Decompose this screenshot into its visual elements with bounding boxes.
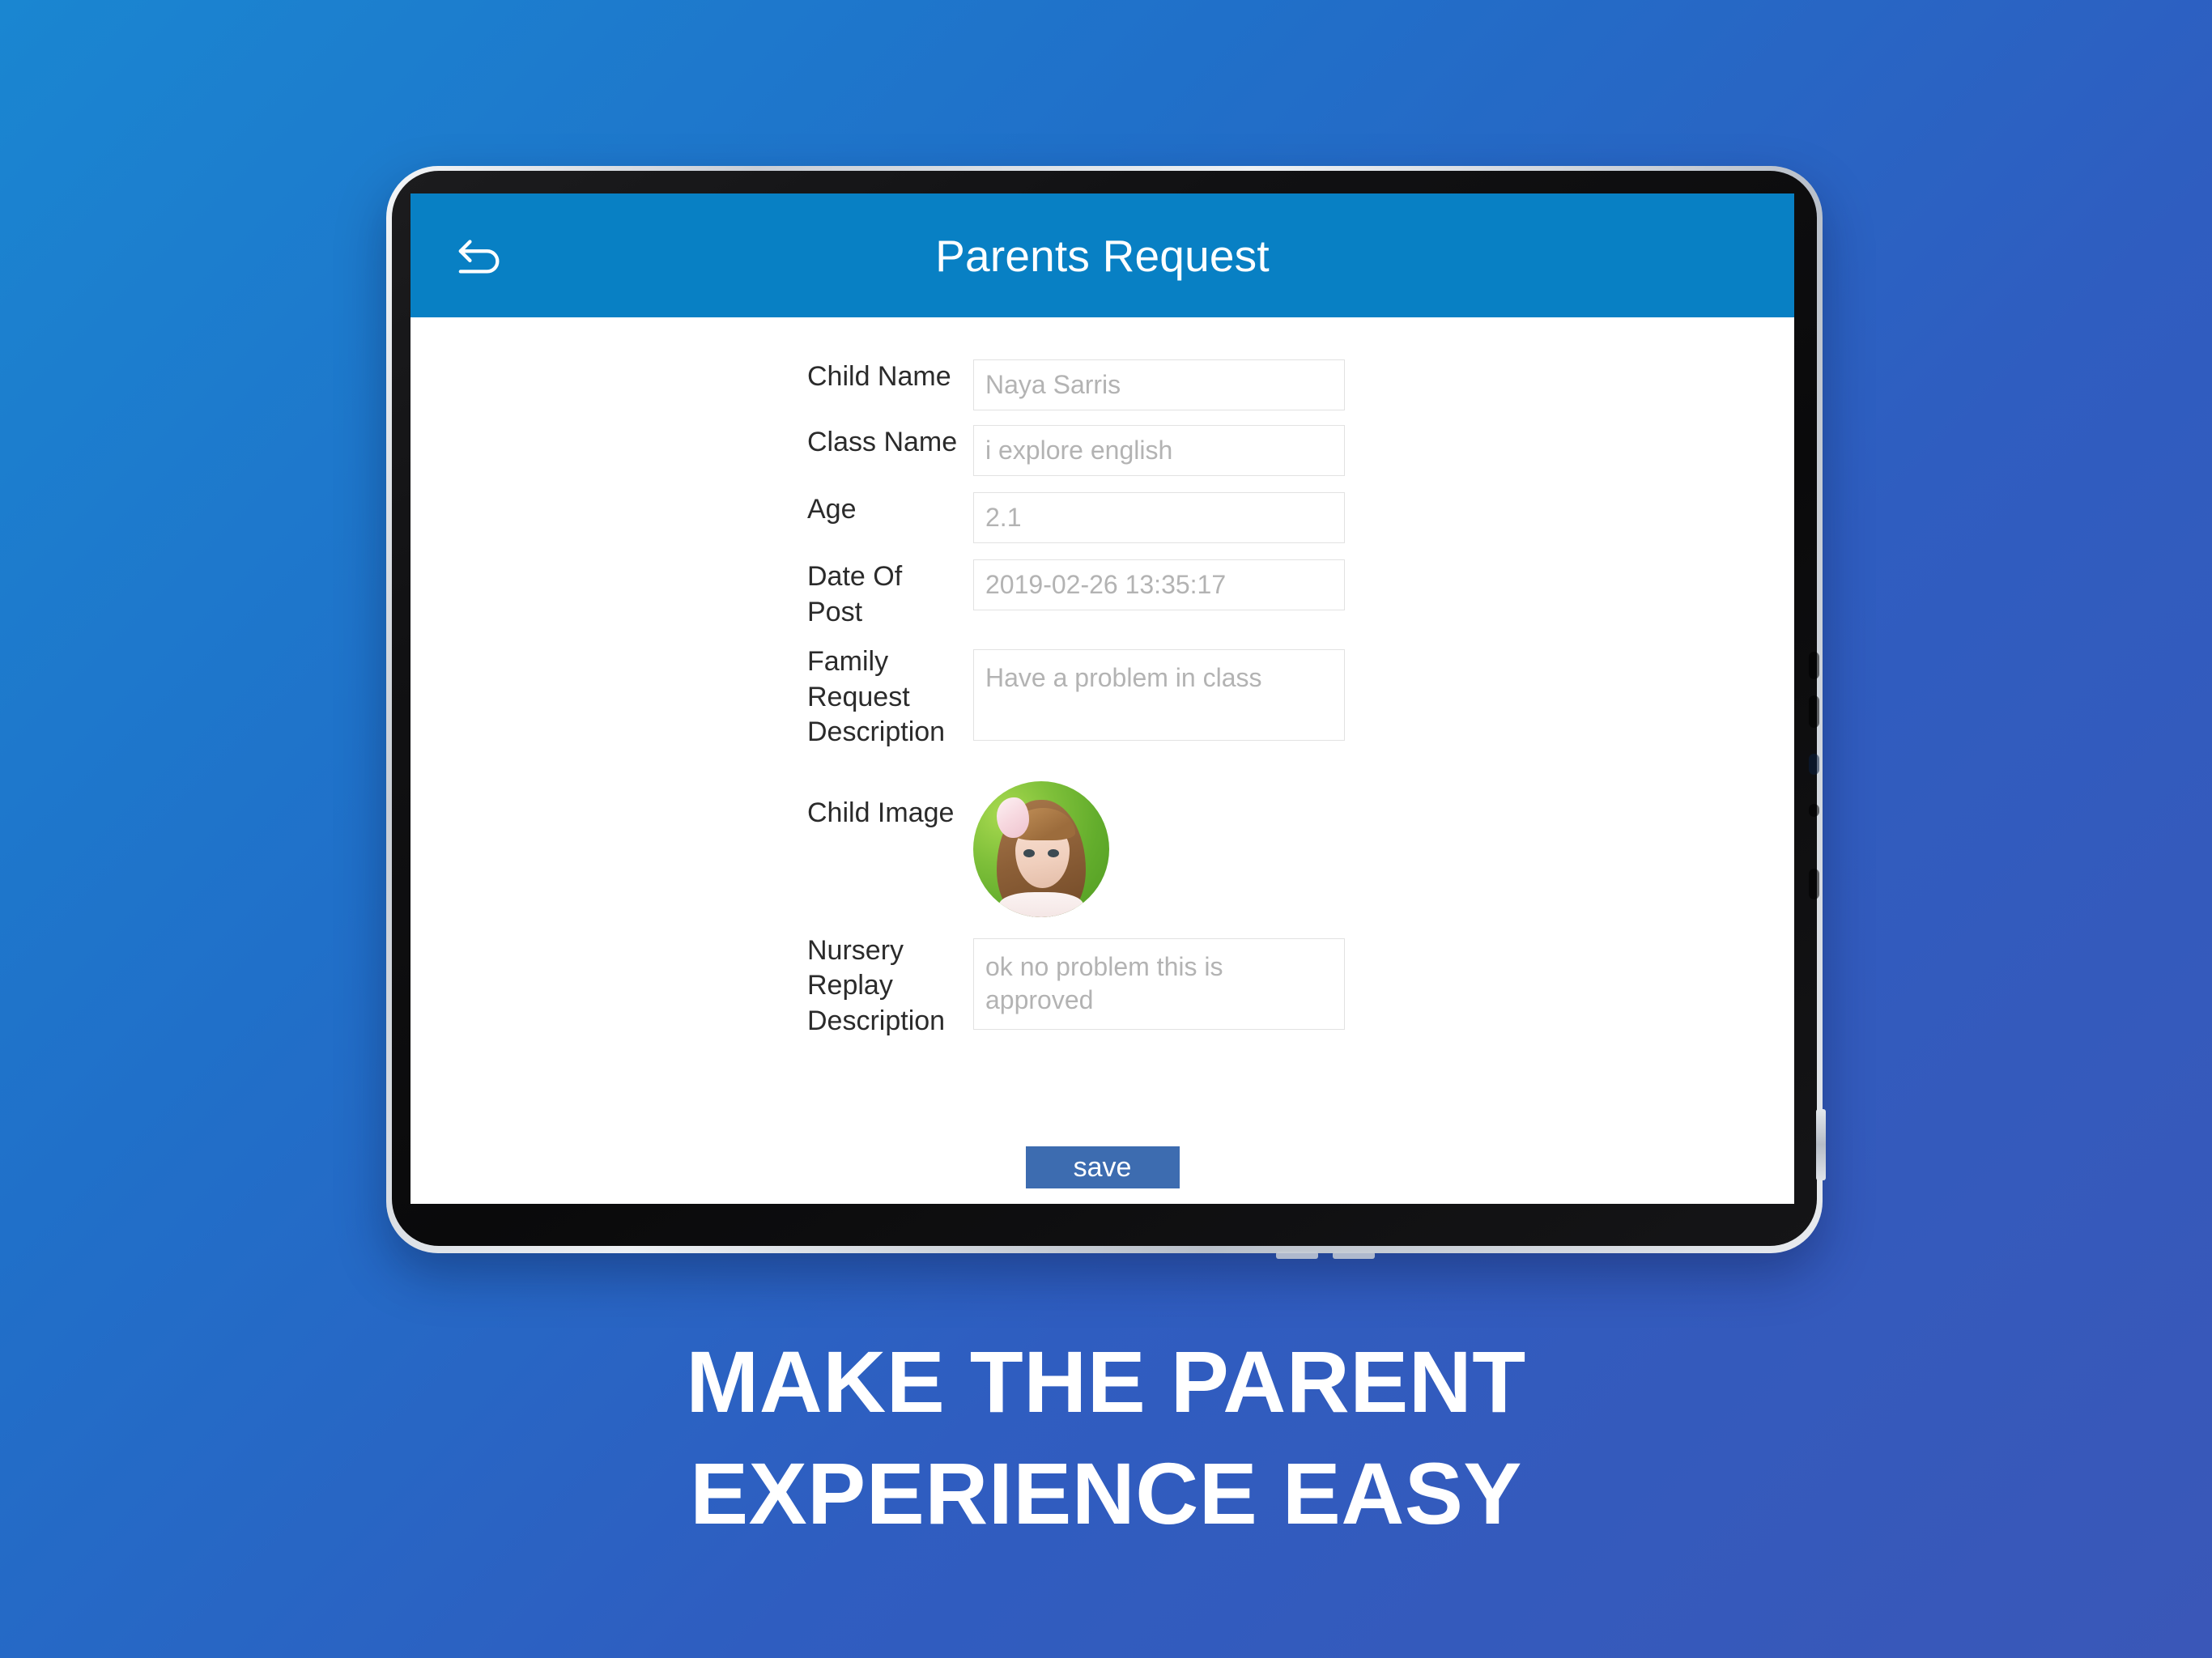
app-header: Parents Request (410, 193, 1794, 317)
device-side-button[interactable] (1816, 1109, 1826, 1180)
label-nursery-replay-description: Nursery Replay Description (807, 934, 946, 1036)
grille-slot (1276, 1252, 1318, 1259)
family-request-description-textarea[interactable] (973, 649, 1345, 742)
label-child-image: Child Image (807, 797, 955, 828)
control-child-image (973, 780, 1345, 917)
label-date-of-post: Date Of Post (807, 561, 903, 627)
form-row-child-image: Child Image (807, 780, 1794, 917)
save-button[interactable]: save (1025, 1146, 1180, 1188)
device-edge-port-1 (1809, 652, 1819, 679)
label-class-name: Class Name (807, 427, 958, 457)
grille-slot (1333, 1252, 1375, 1259)
control-class-name (973, 425, 1345, 476)
date-of-post-input[interactable] (973, 559, 1345, 610)
save-row: save (410, 1146, 1794, 1188)
control-child-name (973, 359, 1345, 410)
promo-caption-line-2: EXPERIENCE EASY (690, 1444, 1522, 1543)
class-name-input[interactable] (973, 425, 1345, 476)
promo-caption: MAKE THE PARENT EXPERIENCE EASY (0, 1326, 2212, 1550)
form-body: Child Name Class Name Age (410, 317, 1794, 1204)
form-row-date-of-post: Date Of Post (807, 559, 1794, 630)
form-row-nursery-replay-description: Nursery Replay Description (807, 933, 1794, 1039)
avatar-shirt (998, 892, 1084, 917)
label-child-name: Child Name (807, 361, 951, 392)
device-edge-port-2 (1809, 695, 1819, 728)
back-button[interactable] (449, 224, 513, 287)
device-edge-port-3 (1809, 754, 1819, 775)
control-age (973, 492, 1345, 543)
age-input[interactable] (973, 492, 1345, 543)
device-edge-port-4 (1809, 804, 1819, 817)
label-age: Age (807, 494, 857, 525)
control-nursery-replay-description (973, 937, 1345, 1034)
form-row-child-name: Child Name (807, 359, 1794, 410)
form-row-age: Age (807, 492, 1794, 543)
avatar-eye-right (1048, 848, 1059, 857)
avatar-hair-bow (996, 797, 1029, 839)
form-row-family-request-description: Family Request Description (807, 644, 1794, 750)
child-image-avatar[interactable] (973, 780, 1109, 917)
avatar-eye-left (1023, 848, 1035, 857)
form-row-class-name: Class Name (807, 425, 1794, 476)
back-arrow-icon (456, 231, 506, 281)
page-title: Parents Request (935, 230, 1270, 281)
control-family-request-description (973, 649, 1345, 745)
tablet-screen: Parents Request Child Name Class Name (410, 193, 1794, 1204)
nursery-replay-description-textarea[interactable] (973, 937, 1345, 1030)
label-family-request-description: Family Request Description (807, 646, 946, 748)
control-date-of-post (973, 559, 1345, 610)
promo-caption-line-1: MAKE THE PARENT (686, 1333, 1526, 1431)
tablet-device: Parents Request Child Name Class Name (386, 166, 1826, 1259)
device-edge-port-5 (1809, 869, 1819, 899)
device-speaker-grille (1244, 1252, 1406, 1259)
promo-background: Parents Request Child Name Class Name (0, 0, 2212, 1658)
child-name-input[interactable] (973, 359, 1345, 410)
